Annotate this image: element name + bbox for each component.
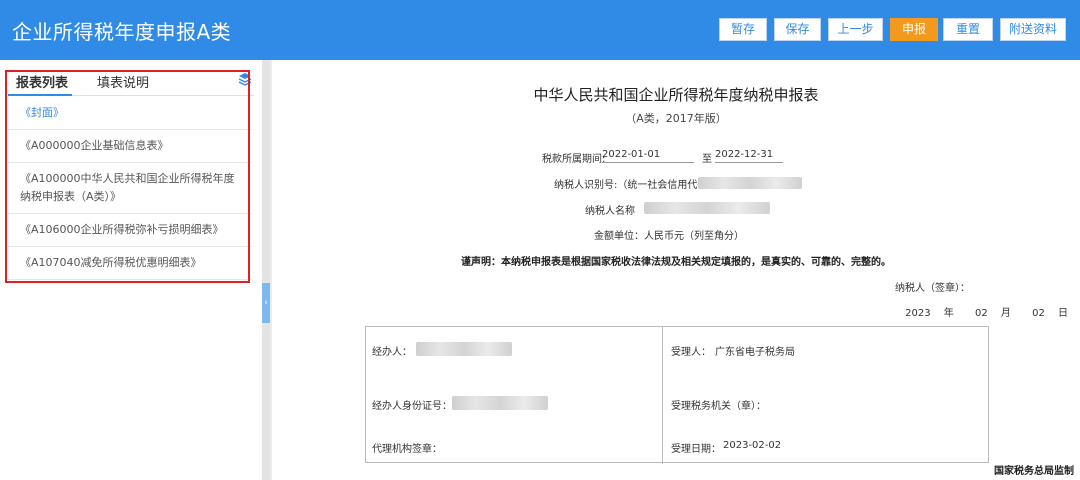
period-to-label: 至 bbox=[702, 154, 712, 165]
date-month: 02 bbox=[974, 308, 988, 319]
handler-id-redacted[interactable] bbox=[452, 396, 548, 410]
submit-button[interactable]: 申报 bbox=[890, 18, 938, 41]
report-list-panel: 报表列表 填表说明 《封面》 《A000000企业基础信息表》 《A100000… bbox=[0, 60, 262, 480]
chevron-left-icon: ‹ bbox=[264, 298, 268, 308]
handler-id-label: 经办人身份证号： bbox=[372, 401, 452, 412]
list-item-a000000[interactable]: 《A000000企业基础信息表》 bbox=[8, 130, 252, 163]
period-label: 税款所属期间: bbox=[542, 154, 606, 165]
declaration-form: 中华人民共和国企业所得税年度纳税申报表 （A类，2017年版） 税款所属期间: … bbox=[272, 60, 1080, 480]
app-header: 企业所得税年度申报A类 暂存 保存 上一步 申报 重置 附送资料 bbox=[0, 0, 1080, 60]
acceptor-label: 受理人： bbox=[671, 347, 711, 358]
attachments-button[interactable]: 附送资料 bbox=[1000, 18, 1066, 41]
prev-step-button[interactable]: 上一步 bbox=[828, 18, 883, 41]
declaration-statement: 谨声明：本纳税申报表是根据国家税收法律法规及相关规定填报的，是真实的、可靠的、完… bbox=[461, 257, 891, 268]
list-item-a100000[interactable]: 《A100000中华人民共和国企业所得税年度纳税申报表（A类）》 bbox=[8, 163, 252, 214]
handler-redacted[interactable] bbox=[416, 342, 512, 356]
date-day: 02 bbox=[1032, 308, 1045, 319]
list-item-a106000[interactable]: 《A106000企业所得税弥补亏损明细表》 bbox=[8, 214, 252, 247]
report-list: 《封面》 《A000000企业基础信息表》 《A100000中华人民共和国企业所… bbox=[8, 97, 252, 280]
handler-label: 经办人： bbox=[372, 347, 412, 358]
toolbar: 暂存 保存 上一步 申报 重置 附送资料 bbox=[0, 18, 1080, 42]
taxpayer-name-label: 纳税人名称 bbox=[585, 206, 635, 217]
acceptor-value: 广东省电子税务局 bbox=[715, 347, 795, 358]
taxpayer-signature-label: 纳税人（签章）： bbox=[895, 283, 970, 294]
date-day-unit: 日 bbox=[1058, 308, 1068, 319]
reset-button[interactable]: 重置 bbox=[943, 18, 993, 41]
list-item-a107040[interactable]: 《A107040减免所得税优惠明细表》 bbox=[8, 247, 252, 280]
sidebar-tabs: 报表列表 填表说明 bbox=[8, 70, 254, 96]
layers-icon[interactable] bbox=[238, 72, 252, 86]
period-end-field[interactable]: 2022-12-31 bbox=[715, 149, 783, 163]
form-title: 中华人民共和国企业所得税年度纳税申报表 bbox=[533, 86, 819, 104]
save-temp-button[interactable]: 暂存 bbox=[719, 18, 767, 41]
accepting-authority-label: 受理税务机关（章）： bbox=[671, 401, 766, 412]
tab-report-list[interactable]: 报表列表 bbox=[16, 72, 68, 91]
panel-gutter bbox=[262, 60, 270, 480]
tab-fill-instructions[interactable]: 填表说明 bbox=[97, 72, 149, 91]
active-tab-indicator bbox=[8, 94, 72, 96]
save-button[interactable]: 保存 bbox=[774, 18, 821, 41]
currency-unit-label: 金额单位：人民币元（列至角分） bbox=[594, 231, 744, 242]
table-divider bbox=[662, 327, 663, 464]
accept-date-value: 2023-02-02 bbox=[723, 440, 782, 451]
declaration-date: 2023 年 02 月 02 日 bbox=[895, 304, 1068, 319]
supervision-note: 国家税务总局监制 bbox=[994, 466, 1074, 477]
form-subtitle: （A类，2017年版） bbox=[625, 112, 727, 125]
date-year: 2023 bbox=[905, 308, 931, 319]
collapse-handle[interactable]: ‹ bbox=[262, 283, 270, 323]
period-start-field[interactable]: 2022-01-01 bbox=[602, 149, 694, 163]
taxpayer-id-redacted[interactable] bbox=[698, 177, 802, 189]
date-year-unit: 年 bbox=[943, 308, 954, 319]
date-month-unit: 月 bbox=[1000, 308, 1011, 319]
list-item-cover[interactable]: 《封面》 bbox=[8, 97, 252, 130]
accept-date-label: 受理日期： bbox=[671, 444, 721, 455]
agent-seal-label: 代理机构签章： bbox=[372, 444, 442, 455]
taxpayer-name-redacted[interactable] bbox=[644, 202, 770, 214]
signature-table: 经办人： 经办人身份证号： 代理机构签章： 受理人： 广东省电子税务局 受理税务… bbox=[365, 326, 989, 464]
taxpayer-id-label: 纳税人识别号:（统一社会信用代码） bbox=[554, 180, 718, 191]
